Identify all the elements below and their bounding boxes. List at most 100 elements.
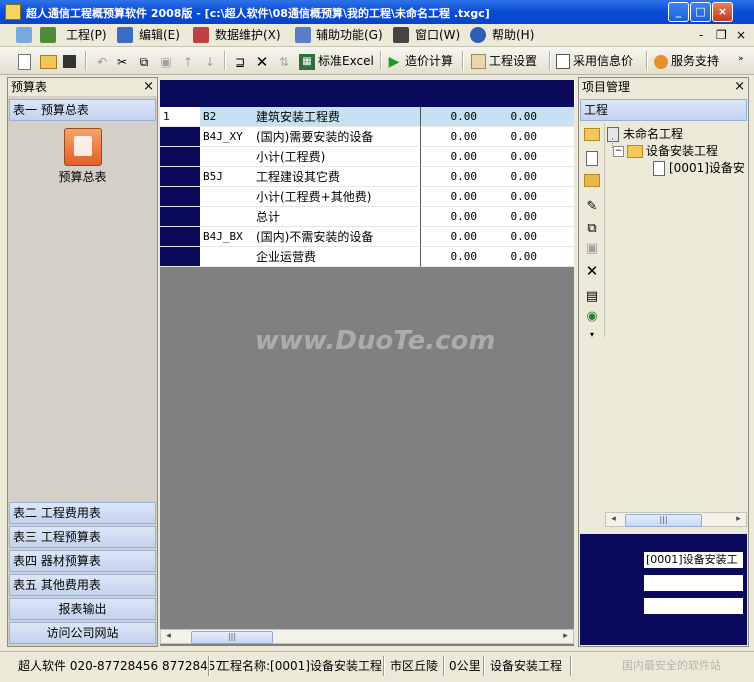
code-cell[interactable] [200,207,252,227]
toolbar-overflow-icon[interactable]: » [738,49,744,69]
column-header[interactable] [420,80,481,107]
extra-cell[interactable] [540,207,574,227]
new-file-icon[interactable] [18,51,34,71]
menu-assist[interactable]: 辅助功能(G) [316,26,383,44]
tree-horizontal-scrollbar[interactable]: ◂ ||| ▸ [605,512,747,527]
code-cell[interactable]: B2 [200,107,252,127]
amount-cell[interactable]: 0.00 [420,227,480,247]
name-cell[interactable]: (国内)不需安装的设备 [252,227,420,247]
tree-node[interactable]: − 设备安装工程 [613,142,718,159]
budget-summary-icon[interactable] [64,128,102,166]
amount-cell[interactable]: 0.00 [420,147,480,167]
column-header[interactable] [160,80,201,107]
amount-cell[interactable]: 0.00 [420,107,480,127]
scroll-left-icon[interactable]: ◂ [606,513,621,526]
property-field[interactable] [644,575,743,591]
copy-icon[interactable]: ⧉ [136,51,155,71]
table-row[interactable]: 企业运营费 0.00 0.00 [160,247,574,267]
extra-cell[interactable] [540,227,574,247]
name-cell[interactable]: 企业运营费 [252,247,420,267]
amount-cell[interactable]: 0.00 [420,127,480,147]
refresh-icon[interactable]: ◉ [584,309,600,325]
delete-icon[interactable]: ✕ [254,51,273,71]
nav-engineering-budget[interactable]: 表三 工程预算表 [9,526,156,548]
amount-cell[interactable]: 0.00 [480,147,540,167]
name-cell[interactable]: 小计(工程费) [252,147,420,167]
amount-cell[interactable]: 0.00 [480,167,540,187]
code-cell[interactable]: B5J [200,167,252,187]
minimize-button[interactable]: _ [668,2,689,22]
scroll-thumb[interactable]: ||| [625,514,702,527]
mdi-minimize-button[interactable]: - [699,26,703,44]
menu-help[interactable]: 帮助(H) [492,26,534,44]
open-folder-icon[interactable] [584,127,600,143]
table-row[interactable]: 总计 0.00 0.00 [160,207,574,227]
menu-project[interactable]: 工程(P) [66,26,107,44]
table-row[interactable]: B4J_BX (国内)不需安装的设备 0.00 0.00 [160,227,574,247]
column-header[interactable] [480,80,541,107]
insert-row-icon[interactable]: ⊒ [232,51,251,71]
project-settings-button[interactable]: 工程设置 [471,51,537,71]
scroll-left-icon[interactable]: ◂ [161,630,176,643]
maximize-button[interactable]: □ [690,2,711,22]
property-field[interactable]: [0001]设备安装工 [644,552,743,568]
close-button[interactable]: × [712,2,733,22]
nav-visit-website[interactable]: 访问公司网站 [9,622,156,644]
column-header[interactable] [540,80,575,107]
scroll-right-icon[interactable]: ▸ [731,513,746,526]
code-cell[interactable] [200,247,252,267]
nav-other-cost[interactable]: 表五 其他费用表 [9,574,156,596]
move-down-icon[interactable]: ↓ [202,51,221,71]
name-cell[interactable]: (国内)需要安装的设备 [252,127,420,147]
amount-cell[interactable]: 0.00 [420,187,480,207]
standard-excel-button[interactable]: ▦ 标准Excel [299,51,374,71]
amount-cell[interactable]: 0.00 [480,207,540,227]
cut-icon[interactable]: ✂ [114,51,133,71]
save-icon[interactable] [63,51,79,71]
name-cell[interactable]: 工程建设其它费 [252,167,420,187]
tree-leaf[interactable]: [0001]设备安 [653,159,745,176]
delete-icon[interactable]: ✕ [584,263,600,279]
column-header[interactable] [252,80,421,107]
extra-cell[interactable] [540,187,574,207]
close-icon[interactable]: × [734,78,745,96]
scroll-thumb[interactable]: ||| [191,631,273,644]
extra-cell[interactable] [540,107,574,127]
code-cell[interactable] [200,147,252,167]
grid-horizontal-scrollbar[interactable]: ◂ ||| ▸ [160,629,574,644]
nav-report-output[interactable]: 报表输出 [9,598,156,620]
move-up-icon[interactable]: ↑ [180,51,199,71]
nav-budget-summary[interactable]: 表一 预算总表 [9,99,156,121]
amount-cell[interactable]: 0.00 [480,227,540,247]
sort-icon[interactable]: ⇅ [276,51,295,71]
edit-icon[interactable]: ✎ [584,199,600,215]
code-cell[interactable]: B4J_BX [200,227,252,247]
mdi-close-button[interactable]: × [736,26,746,44]
collapse-icon[interactable]: − [613,146,624,157]
nav-equipment-budget[interactable]: 表四 器材预算表 [9,550,156,572]
table-row[interactable]: 1 B2 建筑安装工程费 0.00 0.00 [160,107,574,127]
tree-root[interactable]: 未命名工程 [607,125,683,142]
code-cell[interactable] [200,187,252,207]
amount-cell[interactable]: 0.00 [480,187,540,207]
amount-cell[interactable]: 0.00 [480,127,540,147]
column-header[interactable] [200,80,253,107]
cost-calc-button[interactable]: ▶ 造价计算 [386,51,453,71]
table-row[interactable]: B4J_XY (国内)需要安装的设备 0.00 0.00 [160,127,574,147]
amount-cell[interactable]: 0.00 [420,167,480,187]
extra-cell[interactable] [540,127,574,147]
extra-cell[interactable] [540,167,574,187]
menu-window[interactable]: 窗口(W) [415,26,460,44]
name-cell[interactable]: 小计(工程费+其他费) [252,187,420,207]
amount-cell[interactable]: 0.00 [420,247,480,267]
name-cell[interactable]: 总计 [252,207,420,227]
extra-cell[interactable] [540,147,574,167]
undo-icon[interactable]: ↶ [94,51,113,71]
tab-project[interactable]: 工程 [580,99,747,121]
open-icon[interactable] [584,173,600,189]
paste-icon[interactable]: ▣ [158,51,177,71]
amount-cell[interactable]: 0.00 [480,107,540,127]
code-cell[interactable]: B4J_XY [200,127,252,147]
close-icon[interactable]: × [143,78,154,96]
scroll-right-icon[interactable]: ▸ [558,630,573,643]
